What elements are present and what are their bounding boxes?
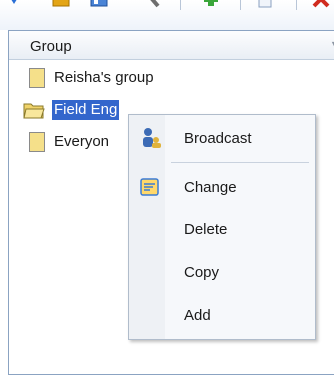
chevron-down-icon[interactable]: ▼ <box>330 39 334 49</box>
menu-item-delete[interactable]: Delete <box>129 214 315 244</box>
menu-item-label: Broadcast <box>184 130 252 147</box>
context-menu: Broadcast Change Delete Copy Add <box>128 114 316 340</box>
group-name: Field Eng <box>52 100 120 120</box>
add-user-icon[interactable] <box>200 0 222 10</box>
group-name: Reisha's group <box>54 69 154 86</box>
folder-icon <box>29 132 45 152</box>
menu-item-label: Copy <box>184 264 220 281</box>
column-header-group[interactable]: Group ▼ <box>9 31 334 60</box>
group-row[interactable]: Reisha's group <box>9 66 309 90</box>
find-icon[interactable] <box>6 0 28 10</box>
gold-box-icon[interactable] <box>50 0 72 10</box>
delete-icon[interactable] <box>310 0 332 10</box>
window-icon[interactable] <box>88 0 110 10</box>
menu-item-label: Change <box>184 179 237 196</box>
menu-separator <box>171 162 309 163</box>
menu-item-copy[interactable]: Copy <box>129 257 315 287</box>
menu-item-label: Delete <box>184 221 228 238</box>
wrench-icon[interactable] <box>142 0 164 10</box>
group-name: Everyon <box>54 133 110 150</box>
users-broadcast-icon <box>143 128 161 148</box>
document-icon[interactable] <box>254 0 276 10</box>
toolbar-separator <box>180 0 181 10</box>
folder-icon <box>29 68 45 88</box>
menu-item-label: Add <box>184 307 211 324</box>
toolbar-separator <box>240 0 241 10</box>
menu-item-change[interactable]: Change <box>129 172 315 202</box>
toolbar-separator <box>296 0 297 10</box>
toolbar <box>0 0 334 30</box>
edit-icon <box>140 178 159 196</box>
column-header-label: Group <box>30 38 72 55</box>
menu-item-add[interactable]: Add <box>129 300 315 330</box>
open-folder-icon <box>23 103 45 119</box>
menu-item-broadcast[interactable]: Broadcast <box>129 123 315 153</box>
